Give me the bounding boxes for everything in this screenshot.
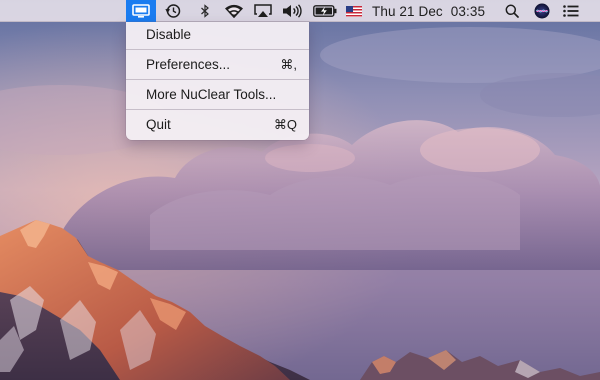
wifi-glyph <box>225 4 243 18</box>
app-dropdown-menu: Disable Preferences... ⌘, More NuClear T… <box>126 22 309 140</box>
wifi-icon[interactable] <box>223 0 245 22</box>
menu-item-preferences-label: Preferences... <box>146 57 231 72</box>
volume-icon[interactable] <box>281 0 305 22</box>
display-glyph <box>132 4 150 18</box>
us-flag-icon[interactable] <box>345 0 363 22</box>
menu-item-quit-label: Quit <box>146 117 171 132</box>
bluetooth-glyph <box>201 4 209 18</box>
menu-item-disable-label: Disable <box>146 27 192 42</box>
airplay-icon[interactable] <box>252 0 274 22</box>
time-machine-icon[interactable] <box>162 0 184 22</box>
notification-glyph <box>563 5 579 17</box>
siri-glyph <box>534 3 550 19</box>
time-machine-glyph <box>165 4 181 18</box>
menu-item-quit-shortcut: ⌘Q <box>273 116 297 132</box>
menu-item-disable[interactable]: Disable <box>126 23 309 46</box>
siri-icon[interactable] <box>532 0 552 22</box>
clock-time: 03:35 <box>450 3 486 19</box>
search-icon[interactable] <box>502 0 522 22</box>
bluetooth-icon[interactable] <box>196 0 214 22</box>
flag-glyph <box>346 5 362 17</box>
display-icon[interactable] <box>126 0 156 22</box>
volume-glyph <box>283 4 302 18</box>
menubar-clock[interactable]: Thu 21 Dec 03:35 <box>372 0 492 22</box>
menu-separator <box>126 109 309 110</box>
airplay-glyph <box>254 4 272 17</box>
notification-center-icon[interactable] <box>560 0 582 22</box>
search-glyph <box>505 4 519 18</box>
battery-glyph <box>313 5 337 17</box>
menu-bar: Thu 21 Dec 03:35 <box>0 0 600 22</box>
menu-item-preferences-shortcut: ⌘, <box>280 56 297 72</box>
menu-item-quit[interactable]: Quit ⌘Q <box>126 113 309 136</box>
menu-item-more-tools[interactable]: More NuClear Tools... <box>126 83 309 106</box>
menu-item-preferences[interactable]: Preferences... ⌘, <box>126 53 309 76</box>
menu-separator <box>126 79 309 80</box>
battery-icon[interactable] <box>312 0 338 22</box>
menu-separator <box>126 49 309 50</box>
clock-day: Thu 21 Dec <box>372 3 443 19</box>
menu-item-more-tools-label: More NuClear Tools... <box>146 87 277 102</box>
